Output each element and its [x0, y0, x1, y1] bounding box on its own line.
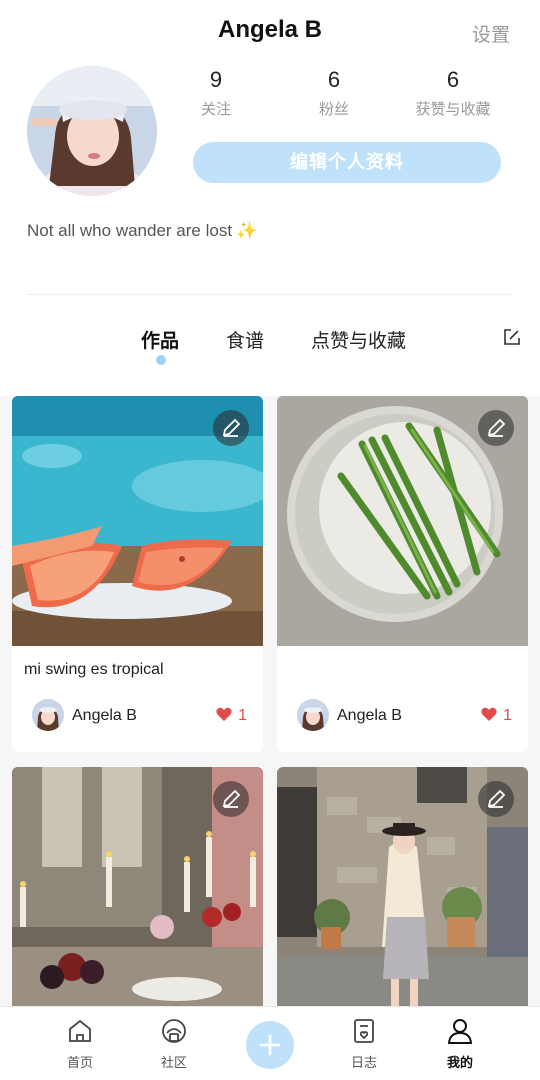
like-count[interactable]: 1 — [216, 707, 247, 725]
edit-post-button[interactable] — [478, 781, 514, 817]
profile-bio: Not all who wander are lost ✨ — [27, 221, 257, 241]
stat-followers-label: 粉丝 — [318, 101, 349, 118]
like-count-value: 1 — [503, 707, 512, 724]
community-icon — [162, 1019, 186, 1043]
nav-community-label: 社区 — [160, 1055, 187, 1070]
nav-journal[interactable]: 日志 — [334, 1017, 394, 1071]
plus-icon — [259, 1034, 281, 1056]
author-name[interactable]: Angela B — [72, 707, 137, 725]
content-tabs: 作品 食谱 点赞与收藏 — [0, 322, 540, 372]
heart-icon — [216, 707, 232, 721]
active-tab-indicator — [156, 355, 166, 365]
settings-button[interactable]: 设置 — [472, 20, 510, 47]
edit-post-button[interactable] — [213, 410, 249, 446]
post-card[interactable] — [277, 767, 528, 1006]
journal-icon — [354, 1019, 374, 1043]
author-avatar[interactable] — [32, 699, 64, 731]
like-count-value: 1 — [238, 707, 247, 724]
nav-me-label: 我的 — [446, 1055, 473, 1070]
tab-likes-saves[interactable]: 点赞与收藏 — [311, 326, 406, 353]
person-icon — [447, 1019, 473, 1044]
nav-me[interactable]: 我的 — [430, 1017, 490, 1071]
nav-community[interactable]: 社区 — [144, 1017, 204, 1071]
like-count[interactable]: 1 — [481, 707, 512, 725]
divider — [27, 294, 513, 295]
edit-profile-button[interactable]: 编辑个人资料 — [193, 142, 501, 183]
home-icon — [69, 1019, 91, 1042]
edit-post-button[interactable] — [478, 410, 514, 446]
stat-following-label: 关注 — [200, 101, 231, 118]
nav-home-label: 首页 — [66, 1055, 93, 1070]
bio-text: Not all who wander are lost — [27, 221, 233, 240]
profile-avatar[interactable] — [27, 66, 157, 196]
post-card[interactable]: Angela B 1 — [277, 396, 528, 752]
stat-likes-saves[interactable]: 6 获赞与收藏 — [393, 66, 513, 119]
stat-following-value: 9 — [209, 67, 223, 92]
sparkles-icon: ✨ — [236, 221, 258, 240]
profile-stats: 9 关注 6 粉丝 6 获赞与收藏 — [170, 66, 520, 126]
profile-username: Angela B — [217, 16, 322, 43]
post-card[interactable] — [12, 767, 263, 1006]
stat-likes-saves-value: 6 — [446, 67, 460, 92]
create-post-button[interactable] — [246, 1021, 294, 1069]
post-caption: mi swing es tropical — [24, 661, 164, 678]
author-name[interactable]: Angela B — [337, 707, 402, 725]
stat-following[interactable]: 9 关注 — [156, 66, 276, 119]
stat-followers[interactable]: 6 粉丝 — [274, 66, 394, 119]
posts-feed: mi swing es tropical Angela B 1 Angela B… — [0, 396, 540, 1006]
author-avatar[interactable] — [297, 699, 329, 731]
stat-likes-saves-label: 获赞与收藏 — [415, 101, 491, 118]
compose-icon[interactable] — [502, 327, 522, 347]
bottom-nav: 首页 社区 日志 我的 — [0, 1006, 540, 1080]
stat-followers-value: 6 — [327, 67, 341, 92]
heart-icon — [481, 707, 497, 721]
post-card[interactable]: mi swing es tropical Angela B 1 — [12, 396, 263, 752]
tab-works[interactable]: 作品 — [141, 326, 179, 353]
nav-home[interactable]: 首页 — [50, 1017, 110, 1071]
edit-post-button[interactable] — [213, 781, 249, 817]
nav-journal-label: 日志 — [350, 1055, 377, 1070]
tab-recipes[interactable]: 食谱 — [226, 326, 264, 353]
profile-header: Angela B 设置 — [0, 0, 540, 60]
